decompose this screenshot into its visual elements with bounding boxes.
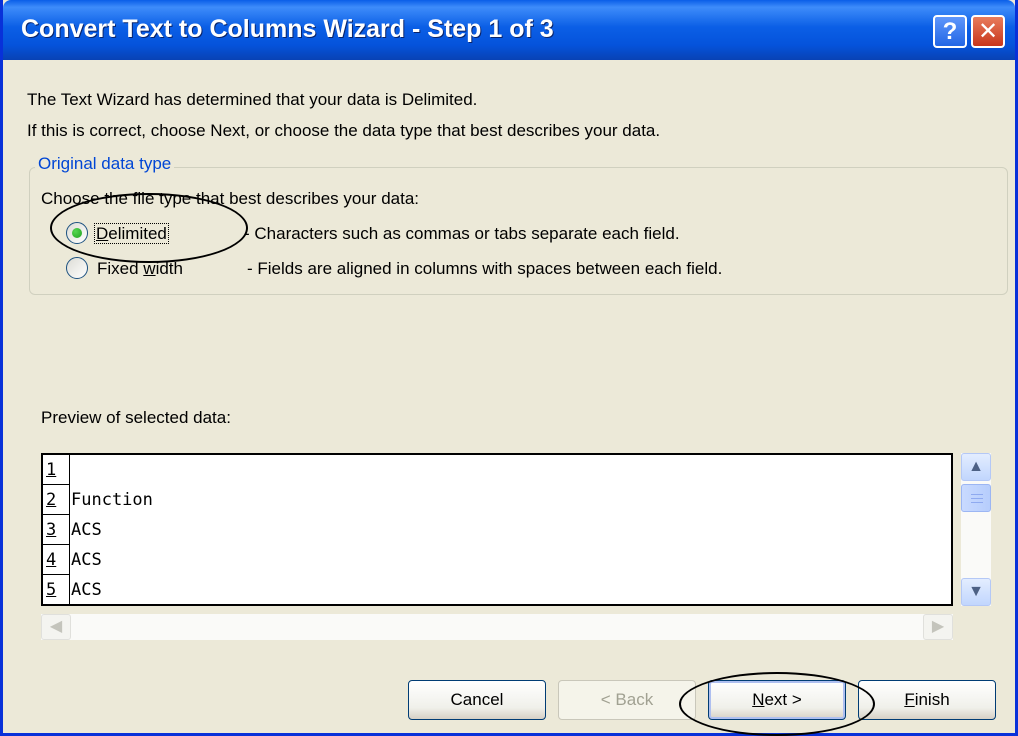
preview-row-value: ACS [71, 580, 102, 600]
close-button[interactable]: ✕ [971, 15, 1005, 48]
scroll-up-icon[interactable]: ▲ [961, 453, 991, 481]
title-bar[interactable]: Convert Text to Columns Wizard - Step 1 … [3, 0, 1015, 60]
group-legend: Original data type [35, 154, 175, 174]
window-title: Convert Text to Columns Wizard - Step 1 … [21, 15, 554, 43]
preview-row-number: 3 [43, 515, 69, 545]
preview-row-number: 5 [43, 575, 69, 604]
vertical-scroll-thumb[interactable] [961, 484, 991, 512]
data-preview[interactable]: 1 2 Function 3 ACS 4 ACS 5 ACS [41, 453, 953, 606]
preview-label: Preview of selected data: [41, 408, 231, 427]
horizontal-scrollbar[interactable]: ◀ ▶ [41, 614, 953, 640]
preview-row-number: 4 [43, 545, 69, 575]
intro-line-2: If this is correct, choose Next, or choo… [27, 121, 661, 140]
delimited-radio[interactable] [66, 222, 88, 244]
finish-button[interactable]: Finish [858, 680, 996, 720]
back-button[interactable]: < Back [558, 680, 696, 720]
vertical-scrollbar[interactable]: ▲ ▼ [961, 453, 991, 606]
scroll-down-icon[interactable]: ▼ [961, 578, 991, 606]
file-type-prompt: Choose the file type that best describes… [41, 189, 420, 208]
delimited-label[interactable]: Delimited [94, 223, 169, 244]
preview-row-value: ACS [71, 550, 102, 570]
radio-selected-dot [72, 228, 82, 238]
preview-row-number: 2 [43, 485, 69, 515]
fixed-width-label[interactable]: Fixed width [97, 259, 183, 279]
wizard-dialog: Convert Text to Columns Wizard - Step 1 … [0, 0, 1018, 736]
intro-line-1: The Text Wizard has determined that your… [27, 90, 478, 109]
preview-row-value: Function [71, 490, 153, 510]
preview-row-value: ACS [71, 520, 102, 540]
help-button[interactable]: ? [933, 15, 967, 48]
cancel-button[interactable]: Cancel [408, 680, 546, 720]
preview-row-number: 1 [43, 455, 69, 485]
scroll-right-icon[interactable]: ▶ [923, 614, 953, 640]
scroll-left-icon[interactable]: ◀ [41, 614, 71, 640]
fixed-width-description: - Fields are aligned in columns with spa… [247, 259, 723, 278]
delimited-description: - Characters such as commas or tabs sepa… [244, 224, 680, 243]
next-button[interactable]: Next > [708, 680, 846, 720]
fixed-width-radio[interactable] [66, 257, 88, 279]
